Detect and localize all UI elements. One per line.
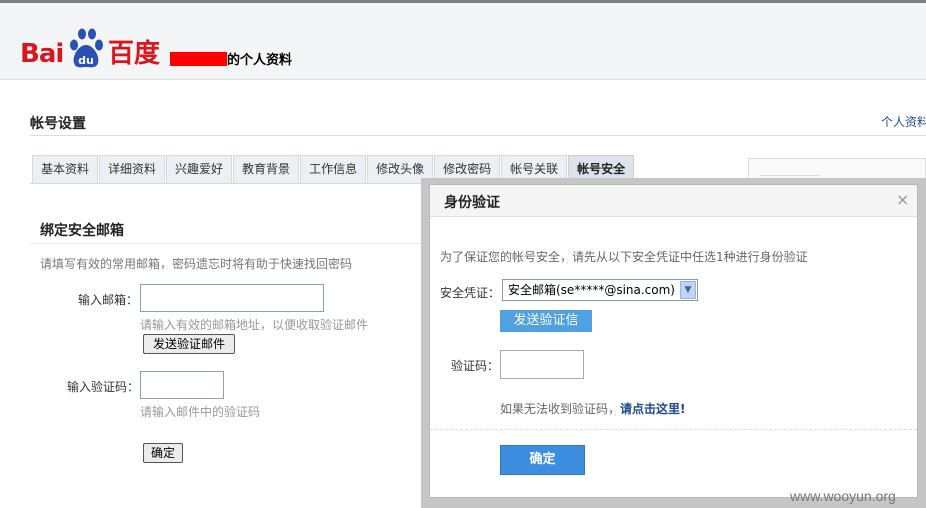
close-icon[interactable]: × [896, 190, 909, 209]
bind-email-description: 请填写有效的常用邮箱，密码遗忘时将有助于快速找回密码 [40, 257, 353, 271]
email-label: 输入邮箱： [78, 293, 139, 307]
help-link[interactable]: 请点击这里! [620, 402, 685, 416]
code-hint: 请输入邮件中的验证码 [140, 405, 261, 419]
dialog-confirm-button[interactable]: 确定 [500, 445, 585, 475]
help-text: 如果无法收到验证码，请点击这里! [500, 400, 686, 417]
logo-text-du: du [78, 54, 94, 67]
help-text-prefix: 如果无法收到验证码， [500, 402, 621, 416]
dialog-code-input[interactable] [500, 350, 584, 379]
identity-verification-dialog: 身份验证 × 为了保证您的帐号安全，请先从以下安全凭证中任选1种进行身份验证 安… [429, 184, 918, 498]
email-hint: 请输入有效的邮箱地址，以便收取验证邮件 [140, 318, 369, 332]
baidu-logo[interactable]: Bai du 百度 [20, 25, 160, 73]
credential-selected-value: 安全邮箱(se*****@sina.com) [508, 283, 675, 297]
divider [30, 135, 926, 136]
verification-code-field[interactable] [140, 371, 224, 399]
dialog-divider [430, 429, 917, 430]
divider [30, 243, 430, 244]
tab-work[interactable]: 工作信息 [300, 155, 367, 183]
send-verification-email-button[interactable]: 发送验证邮件 [143, 334, 235, 354]
email-field[interactable] [140, 284, 324, 312]
redacted-username [170, 52, 227, 66]
tab-education[interactable]: 教育背景 [233, 155, 300, 183]
logo-text-baidu-cn: 百度 [108, 39, 161, 69]
bind-email-title: 绑定安全邮箱 [40, 223, 124, 239]
divider [30, 183, 430, 184]
send-verification-button[interactable]: 发送验证信 [500, 310, 592, 332]
dialog-description: 为了保证您的帐号安全，请先从以下安全凭证中任选1种进行身份验证 [440, 250, 808, 264]
confirm-button[interactable]: 确定 [143, 443, 183, 463]
header-bar: Bai du 百度 的个人资料 [0, 0, 926, 80]
code-label: 输入验证码： [67, 380, 140, 394]
credential-select[interactable]: 安全邮箱(se*****@sina.com) ▼ [502, 279, 698, 301]
profile-link[interactable]: 个人资料 [881, 113, 926, 130]
logo-text-bai: Bai [20, 39, 64, 69]
dialog-code-label: 验证码： [451, 359, 500, 373]
chevron-down-icon[interactable]: ▼ [680, 281, 696, 299]
credential-label: 安全凭证： [440, 286, 501, 300]
paw-icon: du [70, 28, 103, 68]
dialog-header: 身份验证 × [430, 185, 917, 217]
tab-detail-info[interactable]: 详细资料 [99, 155, 166, 183]
dialog-title: 身份验证 [444, 195, 500, 211]
tab-interests[interactable]: 兴趣爱好 [166, 155, 233, 183]
profile-title: 的个人资料 [227, 53, 293, 68]
page-title: 帐号设置 [30, 116, 86, 132]
watermark: www.wooyun.org [790, 488, 896, 504]
tab-basic-info[interactable]: 基本资料 [32, 155, 99, 183]
